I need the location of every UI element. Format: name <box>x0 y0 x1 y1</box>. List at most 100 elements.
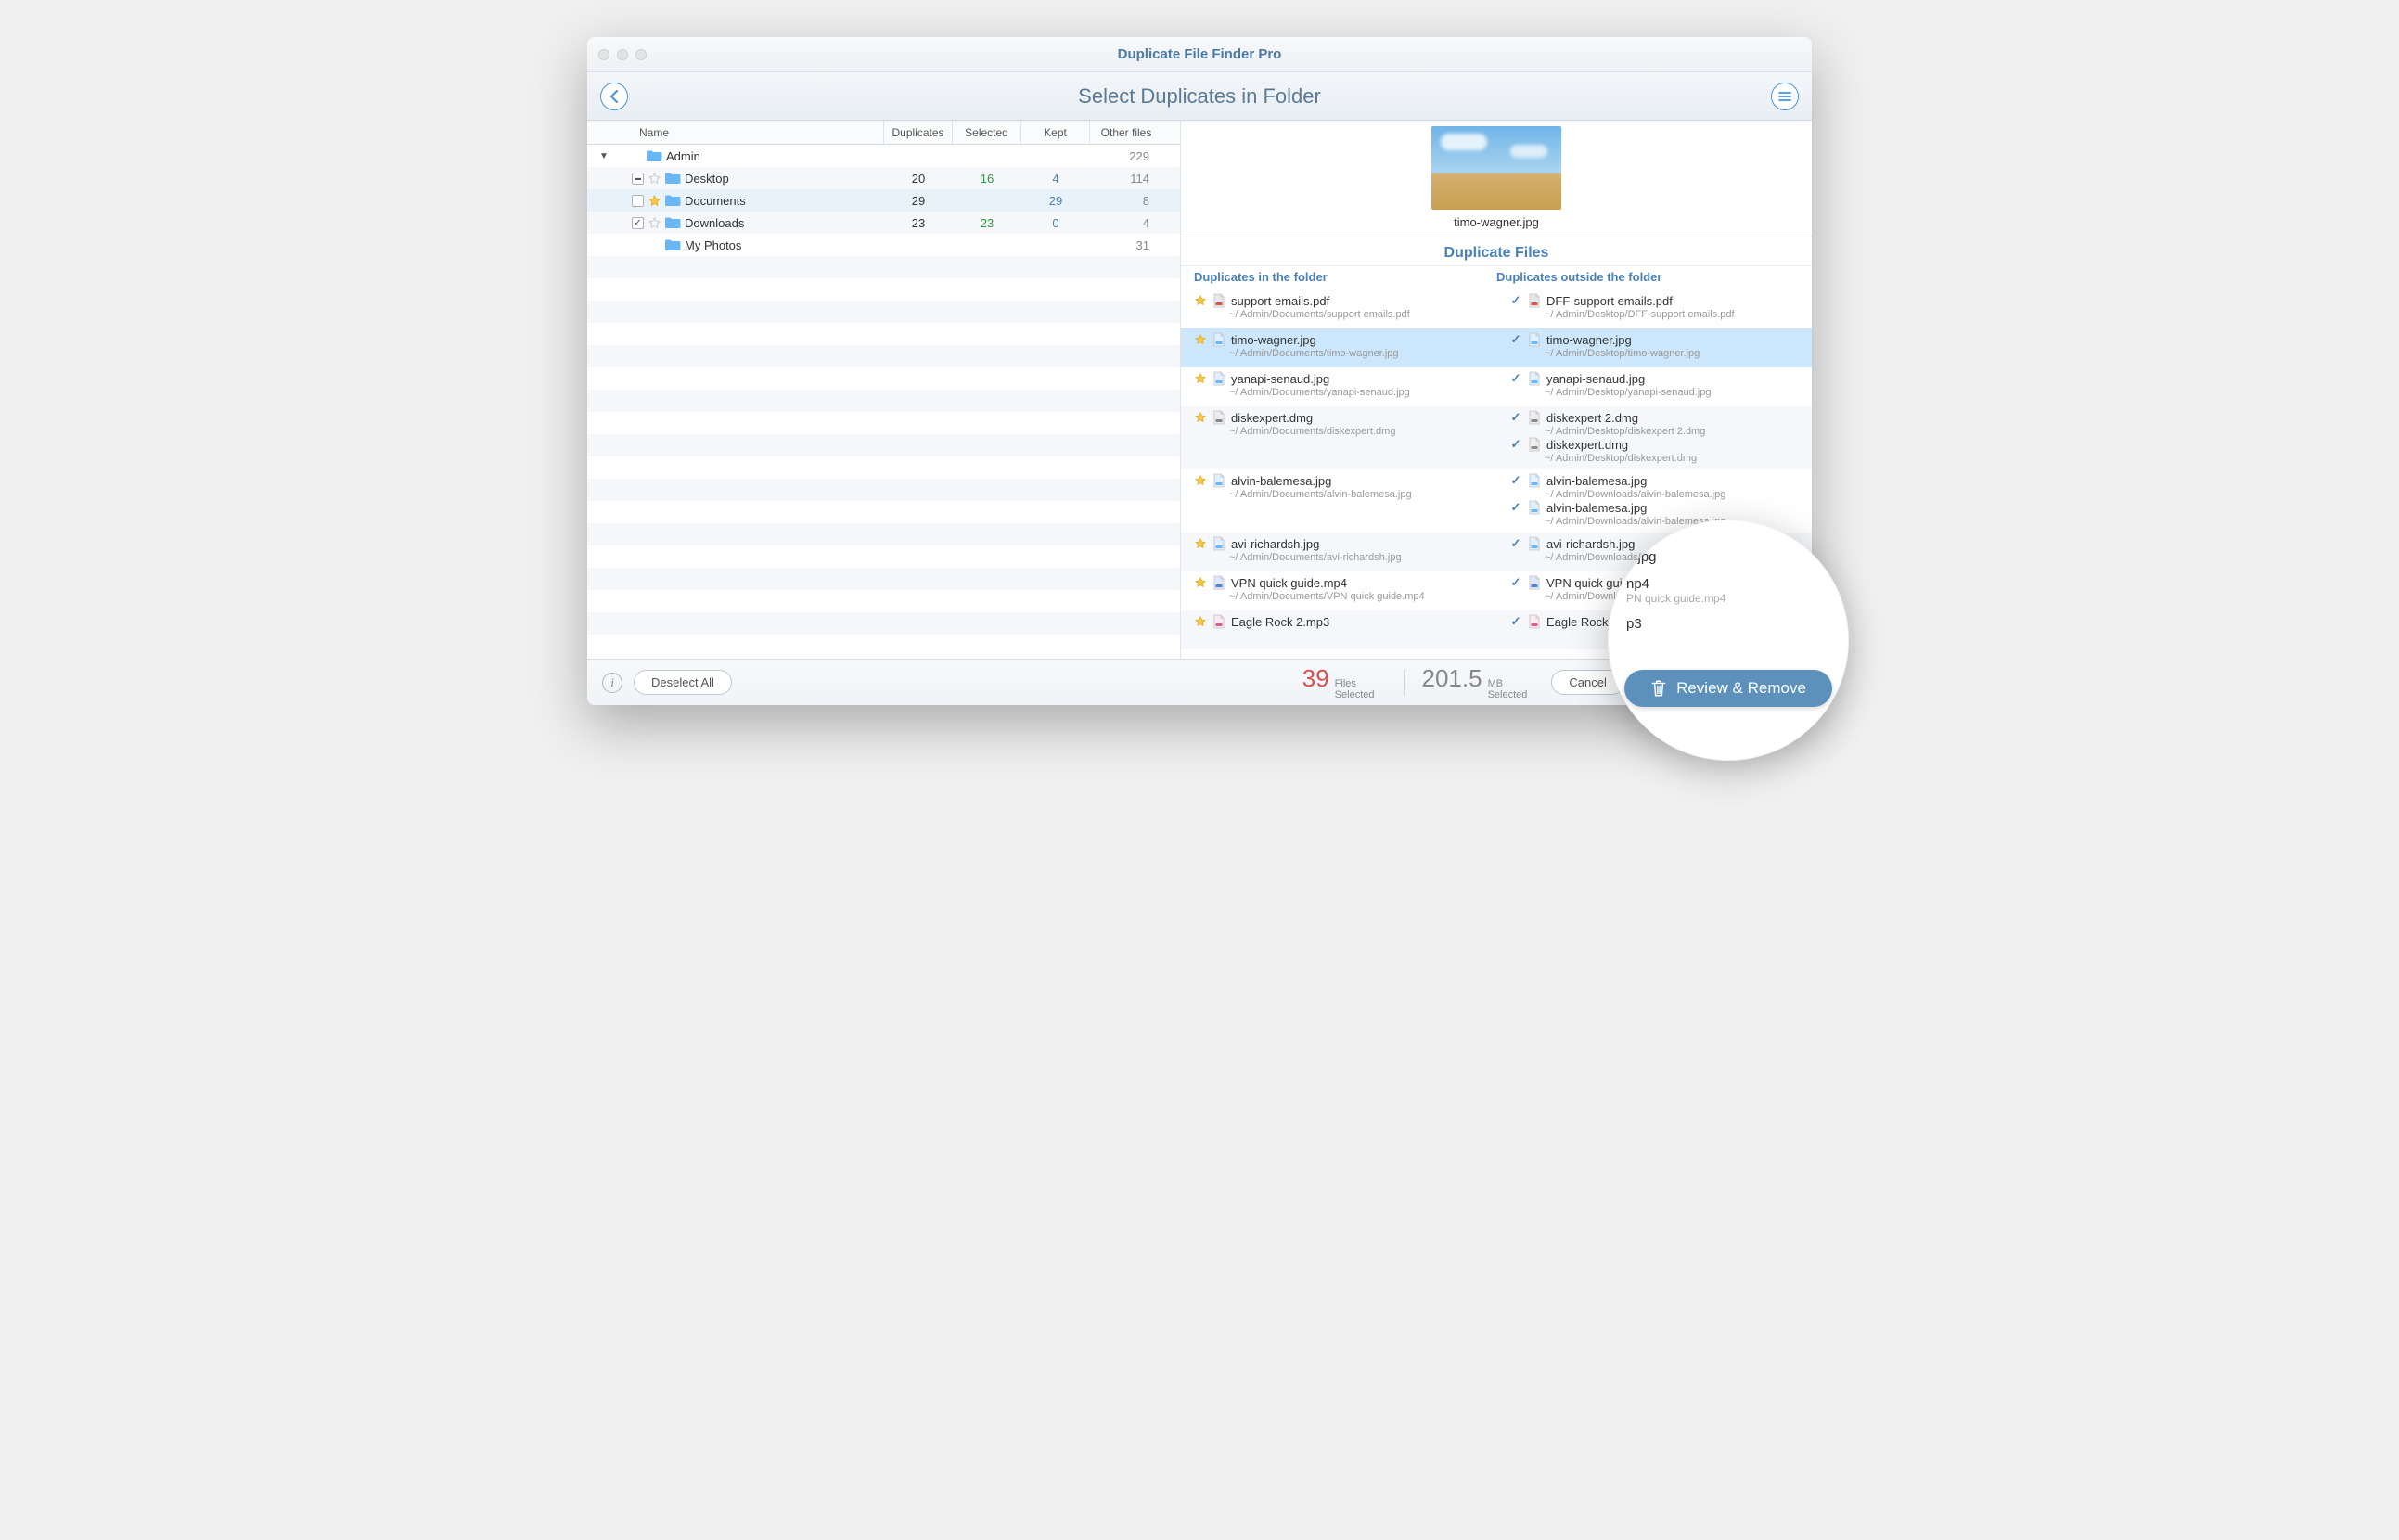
duplicate-row[interactable]: timo-wagner.jpg ~/ Admin/Documents/timo-w… <box>1181 328 1812 367</box>
file-path: ~/ Admin/Desktop/DFF-support emails.pdf <box>1509 309 1802 320</box>
star-icon[interactable] <box>1194 372 1207 385</box>
file-path: ~/ Admin/Desktop/yanapi-senaud.jpg <box>1509 387 1802 398</box>
file-name: alvin-balemesa.jpg <box>1546 501 1647 515</box>
file-icon <box>1528 371 1541 386</box>
folder-name: Downloads <box>685 216 744 230</box>
file-name: Eagle Rock 2.mp3 <box>1231 615 1329 629</box>
row-checkbox[interactable] <box>632 173 644 185</box>
check-icon: ✓ <box>1509 437 1522 452</box>
check-icon: ✓ <box>1509 536 1522 551</box>
check-icon: ✓ <box>1509 332 1522 347</box>
star-icon[interactable] <box>1194 537 1207 550</box>
check-icon: ✓ <box>1509 575 1522 590</box>
col-duplicates[interactable]: Duplicates <box>884 121 953 144</box>
check-icon: ✓ <box>1509 500 1522 515</box>
file-icon <box>1212 410 1225 425</box>
file-icon <box>1528 410 1541 425</box>
file-path: ~/ Admin/Documents/yanapi-senaud.jpg <box>1194 387 1487 398</box>
check-icon: ✓ <box>1509 473 1522 488</box>
hamburger-icon <box>1778 91 1791 102</box>
row-checkbox[interactable] <box>632 217 644 229</box>
folder-name: Documents <box>685 194 746 208</box>
col-kept[interactable]: Kept <box>1021 121 1090 144</box>
star-icon[interactable] <box>1194 411 1207 424</box>
file-path: ~/ Admin/Documents/timo-wagner.jpg <box>1194 348 1487 359</box>
file-name: alvin-balemesa.jpg <box>1231 474 1331 488</box>
star-icon[interactable] <box>648 194 661 207</box>
star-icon[interactable] <box>1194 615 1207 628</box>
file-icon <box>1212 473 1225 488</box>
folder-icon <box>664 216 681 229</box>
folder-icon <box>664 194 681 207</box>
file-name: DFF-support emails.pdf <box>1546 294 1673 308</box>
disclosure-triangle-icon[interactable]: ▼ <box>598 151 609 161</box>
col-name[interactable]: Name <box>587 121 884 144</box>
row-checkbox[interactable] <box>632 195 644 207</box>
empty-row <box>587 456 1180 479</box>
folder-row[interactable]: Desktop20164114 <box>587 167 1180 189</box>
menu-button[interactable] <box>1771 83 1799 110</box>
file-icon <box>1528 536 1541 551</box>
file-icon <box>1528 332 1541 347</box>
star-icon[interactable] <box>1194 576 1207 589</box>
empty-row <box>587 590 1180 612</box>
file-name: diskexpert 2.dmg <box>1546 411 1638 425</box>
star-icon[interactable] <box>1194 474 1207 487</box>
window-controls <box>598 49 647 60</box>
duplicate-row[interactable]: yanapi-senaud.jpg~/ Admin/Documents/yana… <box>1181 367 1812 406</box>
deselect-all-button[interactable]: Deselect All <box>634 670 732 695</box>
folder-row[interactable]: My Photos31 <box>587 234 1180 256</box>
folder-icon <box>664 238 681 251</box>
app-title: Duplicate File Finder Pro <box>587 46 1812 62</box>
empty-row <box>587 256 1180 278</box>
col-other[interactable]: Other files <box>1090 121 1162 144</box>
empty-row <box>587 278 1180 301</box>
empty-row <box>587 301 1180 323</box>
star-icon[interactable] <box>648 172 661 185</box>
empty-row <box>587 545 1180 568</box>
file-path: ~/ Admin/Desktop/timo-wagner.jpg <box>1509 348 1802 359</box>
star-icon[interactable] <box>1194 294 1207 307</box>
file-icon <box>1528 614 1541 629</box>
star-icon[interactable] <box>1194 333 1207 346</box>
toolbar: Select Duplicates in Folder <box>587 72 1812 121</box>
size-selected-stat: 201.5 MBSelected <box>1421 664 1527 700</box>
file-icon <box>1528 437 1541 452</box>
duplicate-files-heading: Duplicate Files <box>1181 237 1812 266</box>
info-button[interactable]: i <box>602 673 622 693</box>
file-icon <box>1528 500 1541 515</box>
review-remove-button-zoomed[interactable]: Review & Remove <box>1624 670 1832 707</box>
preview-area: timo-wagner.jpg <box>1181 121 1812 237</box>
trash-icon <box>1650 679 1667 698</box>
col-selected[interactable]: Selected <box>953 121 1021 144</box>
empty-row <box>587 612 1180 635</box>
chevron-left-icon <box>609 90 619 103</box>
close-window-icon[interactable] <box>598 49 609 60</box>
duplicate-row[interactable]: diskexpert.dmg~/ Admin/Documents/diskexp… <box>1181 406 1812 469</box>
minimize-window-icon[interactable] <box>617 49 628 60</box>
folder-row[interactable]: Documents29298 <box>587 189 1180 212</box>
files-count: 39 <box>1302 664 1329 693</box>
file-path: ~/ Admin/Desktop/diskexpert.dmg <box>1509 453 1802 464</box>
folder-row[interactable]: Downloads232304 <box>587 212 1180 234</box>
file-icon <box>1212 575 1225 590</box>
stat-divider <box>1404 670 1405 696</box>
file-name: diskexpert.dmg <box>1546 438 1628 452</box>
folder-name: My Photos <box>685 238 741 252</box>
file-path: ~/ Admin/Documents/avi-richardsh.jpg <box>1194 552 1487 563</box>
folder-name: Admin <box>666 149 700 163</box>
folder-row[interactable]: ▼Admin229 <box>587 145 1180 167</box>
zoom-window-icon[interactable] <box>635 49 647 60</box>
file-name: timo-wagner.jpg <box>1546 333 1632 347</box>
file-name: avi-richardsh.jpg <box>1231 537 1319 551</box>
preview-filename: timo-wagner.jpg <box>1181 215 1812 229</box>
duplicate-row[interactable]: support emails.pdf~/ Admin/Documents/sup… <box>1181 289 1812 328</box>
file-path: ~/ Admin/Documents/support emails.pdf <box>1194 309 1487 320</box>
file-icon <box>1212 614 1225 629</box>
check-icon: ✓ <box>1509 614 1522 629</box>
magnifier-overlay: n.jpg np4PN quick guide.mp4 p3 Review & … <box>1608 520 1849 761</box>
back-button[interactable] <box>600 83 628 110</box>
table-header: Name Duplicates Selected Kept Other file… <box>587 121 1180 145</box>
star-icon[interactable] <box>648 216 661 229</box>
files-selected-stat: 39 FilesSelected <box>1302 664 1375 700</box>
